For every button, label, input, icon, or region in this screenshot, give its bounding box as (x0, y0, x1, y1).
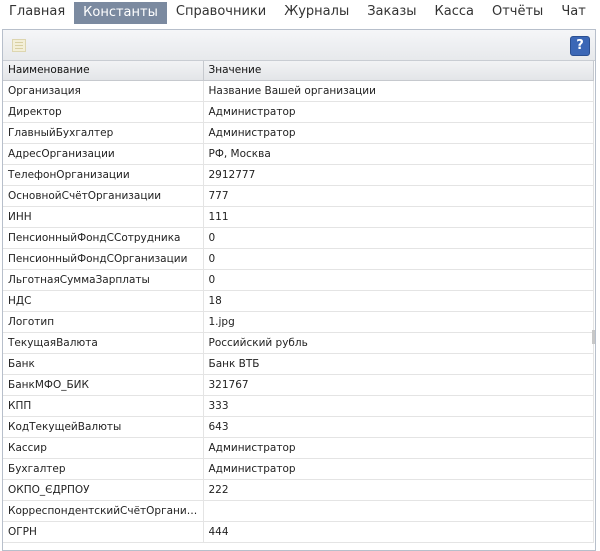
help-icon[interactable]: ? (570, 36, 590, 56)
nav-tab[interactable]: Справочники (167, 0, 275, 23)
table-row[interactable]: КодТекущейВалюты 643 (3, 416, 594, 438)
cell-name: ПенсионныйФондССотрудника (3, 227, 204, 249)
cell-value: 0 (203, 269, 594, 291)
table-row[interactable]: Бухгалтер Администратор (3, 458, 594, 480)
cell-name: ЛьготнаяСуммаЗарплаты (3, 269, 204, 291)
nav-tab[interactable]: Чат (552, 0, 594, 23)
table-row[interactable]: ГлавныйБухгалтер Администратор (3, 122, 594, 144)
cell-value: 333 (203, 395, 594, 417)
add-record-icon[interactable] (12, 39, 26, 52)
cell-value: 222 (203, 479, 594, 501)
table-row[interactable]: НДС 18 (3, 290, 594, 312)
top-navigation: Главная Константы Справочники Журналы Заказы… (0, 0, 600, 27)
table-row[interactable]: ИНН 111 (3, 206, 594, 228)
cell-name: НДС (3, 290, 204, 312)
table-row[interactable]: ПенсионныйФондСОрганизации 0 (3, 248, 594, 270)
cell-name: БанкМФО_БИК (3, 374, 204, 396)
cell-name: АдресОрганизации (3, 143, 204, 165)
table-row[interactable]: БанкМФО_БИК 321767 (3, 374, 594, 396)
cell-name: КодТекущейВалюты (3, 416, 204, 438)
constants-panel: ? Наименование Значение Организация Назва… (2, 29, 596, 551)
table-body: Организация Название Вашей организации Дир… (3, 80, 594, 543)
cell-name: ГлавныйБухгалтер (3, 122, 204, 144)
table-row[interactable]: Директор Администратор (3, 101, 594, 123)
cell-value: 2912777 (203, 164, 594, 186)
cell-value: Российский рубль (203, 332, 594, 354)
cell-value: 1.jpg (203, 311, 594, 333)
cell-name: ОКПО_ЄДРПОУ (3, 479, 204, 501)
cell-name: Организация (3, 80, 204, 102)
nav-tab[interactable]: Заказы (358, 0, 425, 23)
cell-value: Администратор (203, 458, 594, 480)
table-row[interactable]: ТелефонОрганизации 2912777 (3, 164, 594, 186)
cell-value: Администратор (203, 122, 594, 144)
cell-name: ТекущаяВалюта (3, 332, 204, 354)
cell-value: Банк ВТБ (203, 353, 594, 375)
table-row[interactable]: ЛьготнаяСуммаЗарплаты 0 (3, 269, 594, 291)
cell-value: Название Вашей организации (203, 80, 594, 102)
cell-value: Администратор (203, 101, 594, 123)
table-row[interactable]: КорреспондентскийСчётОрганизации (3, 500, 594, 522)
column-header-name[interactable]: Наименование (3, 61, 204, 81)
cell-name: Логотип (3, 311, 204, 333)
column-header-value[interactable]: Значение (203, 61, 594, 81)
table-header-row: Наименование Значение (3, 61, 594, 81)
cell-value: РФ, Москва (203, 143, 594, 165)
cell-name: ОсновнойСчётОрганизации (3, 185, 204, 207)
cell-name: Бухгалтер (3, 458, 204, 480)
cell-value (203, 500, 594, 522)
cell-value: Администратор (203, 437, 594, 459)
table-row[interactable]: Банк Банк ВТБ (3, 353, 594, 375)
table-row[interactable]: ОКПО_ЄДРПОУ 222 (3, 479, 594, 501)
table-row[interactable]: Логотип 1.jpg (3, 311, 594, 333)
table-row[interactable]: ТекущаяВалюта Российский рубль (3, 332, 594, 354)
cell-value: 0 (203, 227, 594, 249)
cell-value: 18 (203, 290, 594, 312)
cell-value: 321767 (203, 374, 594, 396)
cell-name: Банк (3, 353, 204, 375)
cell-name: Директор (3, 101, 204, 123)
table-row[interactable]: ПенсионныйФондССотрудника 0 (3, 227, 594, 249)
nav-tab[interactable]: Отчёты (483, 0, 552, 23)
cell-name: ОГРН (3, 521, 204, 543)
constants-table: Наименование Значение Организация Названи… (3, 61, 594, 543)
grid-toolbar: ? (3, 30, 595, 61)
cell-value: 643 (203, 416, 594, 438)
cell-value: 444 (203, 521, 594, 543)
cell-name: ИНН (3, 206, 204, 228)
table-row[interactable]: КПП 333 (3, 395, 594, 417)
table-row[interactable]: Организация Название Вашей организации (3, 80, 594, 102)
table-row[interactable]: АдресОрганизации РФ, Москва (3, 143, 594, 165)
cell-name: ТелефонОрганизации (3, 164, 204, 186)
nav-tab[interactable]: Главная (0, 0, 74, 23)
cell-value: 111 (203, 206, 594, 228)
table-row[interactable]: ОсновнойСчётОрганизации 777 (3, 185, 594, 207)
nav-tab[interactable]: Касса (426, 0, 483, 23)
cell-name: Кассир (3, 437, 204, 459)
cell-value: 0 (203, 248, 594, 270)
table-row[interactable]: Кассир Администратор (3, 437, 594, 459)
cell-name: КорреспондентскийСчётОрганизации (3, 500, 204, 522)
nav-tab[interactable]: Константы (74, 2, 167, 24)
table-row[interactable]: ОГРН 444 (3, 521, 594, 543)
cell-name: КПП (3, 395, 204, 417)
cell-name: ПенсионныйФондСОрганизации (3, 248, 204, 270)
scrollbar[interactable] (592, 330, 595, 344)
cell-value: 777 (203, 185, 594, 207)
nav-tab[interactable]: Журналы (275, 0, 358, 23)
